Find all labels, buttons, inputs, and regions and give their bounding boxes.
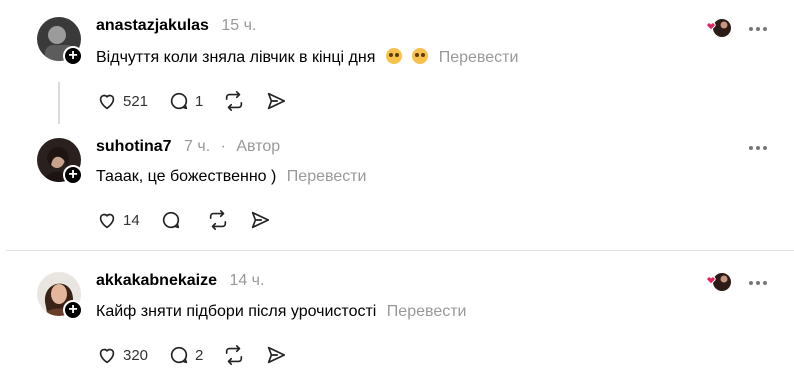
separator: ·	[220, 138, 226, 155]
more-icon[interactable]	[749, 27, 767, 31]
follow-plus-icon[interactable]: +	[63, 165, 83, 185]
follow-plus-icon[interactable]: +	[63, 300, 83, 320]
repost-icon	[226, 91, 243, 111]
actions-bar: 521 1	[96, 90, 307, 112]
comment-icon	[162, 211, 179, 229]
more-icon[interactable]	[749, 281, 767, 285]
comment-button[interactable]: 2	[168, 344, 203, 366]
like-button[interactable]: 14	[96, 209, 140, 231]
share-icon	[268, 92, 286, 110]
translate-link[interactable]: Перевести	[287, 168, 367, 185]
repost-button[interactable]	[223, 344, 245, 366]
like-count: 320	[123, 346, 149, 364]
username[interactable]: suhotina7	[96, 138, 172, 155]
heart-icon	[99, 94, 115, 110]
actions-bar: 320 2	[96, 344, 307, 366]
reply-count: 2	[195, 346, 204, 364]
repost-button[interactable]	[223, 90, 245, 112]
like-button[interactable]: 521	[96, 90, 148, 112]
likers-avatars[interactable]	[703, 271, 733, 293]
username-row: anastazjakulas 15 ч.	[96, 17, 256, 35]
share-button[interactable]	[249, 209, 271, 231]
likers-avatars[interactable]	[703, 17, 733, 39]
share-icon	[251, 211, 269, 229]
pleading-face-icon	[412, 48, 429, 64]
share-button[interactable]	[265, 344, 287, 366]
comment-icon	[170, 346, 188, 364]
post-text-row: Відчуття коли зняла лівчик в кінці дня П…	[96, 48, 518, 67]
comment-button[interactable]	[160, 209, 187, 231]
thread-line	[58, 82, 60, 124]
timestamp: 14 ч.	[229, 272, 265, 289]
username-row: suhotina7 7 ч. · Автор	[96, 138, 280, 156]
repost-icon	[226, 345, 243, 365]
post-text-row: Кайф зняти підбори після урочистості Пер…	[96, 303, 466, 321]
repost-icon	[209, 210, 226, 230]
username[interactable]: akkakabnekaize	[96, 272, 217, 289]
follow-plus-icon[interactable]: +	[63, 46, 83, 66]
timestamp: 15 ч.	[221, 17, 257, 34]
more-icon[interactable]	[749, 146, 767, 150]
comment-icon	[170, 92, 188, 110]
post-text: Кайф зняти підбори після урочистості	[96, 303, 377, 320]
username-row: akkakabnekaize 14 ч.	[96, 272, 264, 290]
post-text: Тааак, це божественно )	[96, 168, 277, 185]
heart-icon	[99, 348, 115, 364]
post-text: Відчуття коли зняла лівчик в кінці дня	[96, 49, 376, 66]
timestamp: 7 ч.	[184, 138, 211, 155]
translate-link[interactable]: Перевести	[387, 303, 467, 320]
heart-icon	[99, 213, 115, 229]
share-button[interactable]	[265, 90, 287, 112]
like-count: 521	[123, 92, 149, 110]
like-count: 14	[123, 211, 140, 229]
divider	[6, 250, 794, 251]
pleading-face-icon	[385, 48, 402, 64]
author-tag: Автор	[236, 138, 281, 155]
translate-link[interactable]: Перевести	[439, 49, 519, 66]
repost-button[interactable]	[207, 209, 229, 231]
like-button[interactable]: 320	[96, 344, 148, 366]
share-icon	[268, 346, 286, 364]
actions-bar: 14	[96, 209, 291, 231]
reply-count: 1	[195, 92, 204, 110]
username[interactable]: anastazjakulas	[96, 17, 209, 34]
comment-button[interactable]: 1	[168, 90, 203, 112]
post-text-row: Тааак, це божественно ) Перевести	[96, 168, 366, 186]
